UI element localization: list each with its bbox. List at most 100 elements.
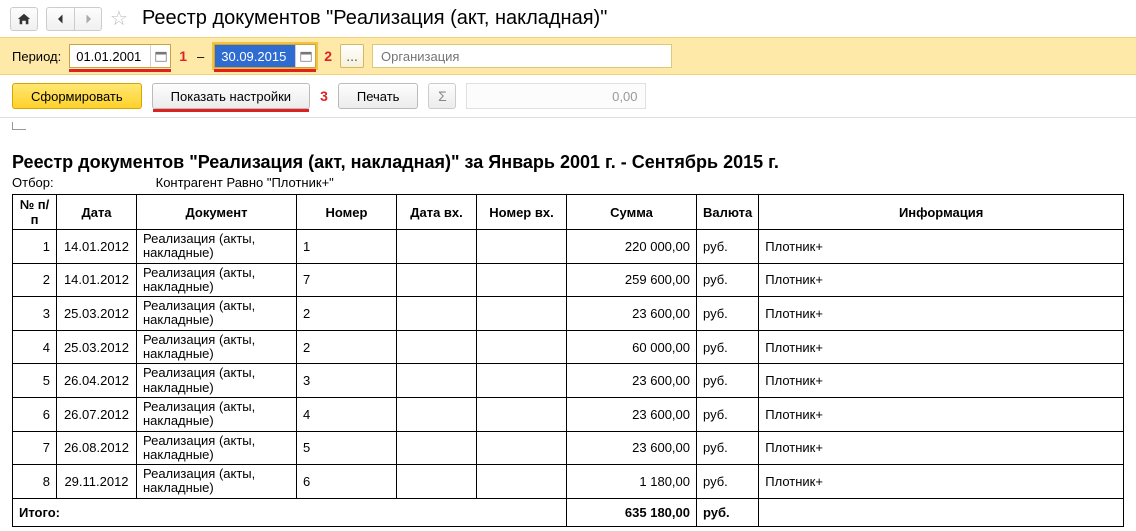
table-row[interactable]: 114.01.2012Реализация (акты, накладные)1… bbox=[13, 230, 1124, 264]
period-from-field[interactable] bbox=[69, 44, 171, 68]
cell-doc: Реализация (акты, накладные) bbox=[137, 431, 297, 465]
cell-currency: руб. bbox=[697, 230, 759, 264]
cell-nomer: 1 bbox=[297, 230, 397, 264]
cell-date-in bbox=[397, 465, 477, 499]
arrow-left-icon bbox=[55, 13, 67, 25]
cell-date-in bbox=[397, 431, 477, 465]
report-filter-label: Отбор: bbox=[12, 175, 152, 190]
cell-sum: 23 600,00 bbox=[567, 297, 697, 331]
cell-nomer-in bbox=[477, 431, 567, 465]
col-header-sum: Сумма bbox=[567, 195, 697, 230]
total-sum: 635 180,00 bbox=[567, 498, 697, 526]
col-header-date-in: Дата вх. bbox=[397, 195, 477, 230]
table-row[interactable]: 214.01.2012Реализация (акты, накладные)7… bbox=[13, 263, 1124, 297]
period-to-field[interactable] bbox=[214, 44, 316, 68]
cell-nomer-in bbox=[477, 397, 567, 431]
cell-nomer: 2 bbox=[297, 297, 397, 331]
cell-currency: руб. bbox=[697, 297, 759, 331]
cell-currency: руб. bbox=[697, 465, 759, 499]
table-row[interactable]: 325.03.2012Реализация (акты, накладные)2… bbox=[13, 297, 1124, 331]
annotation-1: 1 bbox=[179, 48, 187, 64]
cell-nomer: 7 bbox=[297, 263, 397, 297]
cell-num: 1 bbox=[13, 230, 57, 264]
forward-button[interactable] bbox=[74, 7, 102, 31]
cell-sum: 23 600,00 bbox=[567, 397, 697, 431]
cell-num: 3 bbox=[13, 297, 57, 331]
table-row[interactable]: 829.11.2012Реализация (акты, накладные)6… bbox=[13, 465, 1124, 499]
cell-doc: Реализация (акты, накладные) bbox=[137, 397, 297, 431]
cell-info: Плотник+ bbox=[759, 263, 1124, 297]
cell-num: 7 bbox=[13, 431, 57, 465]
sigma-button[interactable]: Σ bbox=[428, 83, 456, 109]
cell-info: Плотник+ bbox=[759, 431, 1124, 465]
cell-date-in bbox=[397, 397, 477, 431]
period-label: Период: bbox=[12, 49, 61, 64]
calendar-svg-icon bbox=[300, 50, 312, 62]
cell-doc: Реализация (акты, накладные) bbox=[137, 330, 297, 364]
cell-currency: руб. bbox=[697, 431, 759, 465]
cell-sum: 23 600,00 bbox=[567, 364, 697, 398]
home-button[interactable] bbox=[10, 7, 38, 31]
period-picker-button[interactable]: ... bbox=[340, 44, 364, 68]
favorite-star-icon[interactable]: ☆ bbox=[110, 6, 128, 31]
cell-sum: 220 000,00 bbox=[567, 230, 697, 264]
cell-date-in bbox=[397, 364, 477, 398]
organization-input[interactable] bbox=[372, 44, 672, 68]
print-button[interactable]: Печать bbox=[338, 83, 419, 109]
table-row[interactable]: 526.04.2012Реализация (акты, накладные)3… bbox=[13, 364, 1124, 398]
cell-num: 6 bbox=[13, 397, 57, 431]
period-from-input[interactable] bbox=[70, 45, 150, 67]
cell-currency: руб. bbox=[697, 397, 759, 431]
report-filter-value: Контрагент Равно "Плотник+" bbox=[156, 175, 334, 190]
period-separator: – bbox=[197, 49, 204, 64]
annotation-3: 3 bbox=[320, 88, 328, 104]
calendar-icon[interactable] bbox=[150, 45, 170, 67]
cell-num: 8 bbox=[13, 465, 57, 499]
cell-nomer: 5 bbox=[297, 431, 397, 465]
cell-doc: Реализация (акты, накладные) bbox=[137, 263, 297, 297]
cell-doc: Реализация (акты, накладные) bbox=[137, 297, 297, 331]
cell-info: Плотник+ bbox=[759, 297, 1124, 331]
cell-currency: руб. bbox=[697, 364, 759, 398]
cell-sum: 259 600,00 bbox=[567, 263, 697, 297]
cell-nomer-in bbox=[477, 297, 567, 331]
cell-doc: Реализация (акты, накладные) bbox=[137, 364, 297, 398]
col-header-date: Дата bbox=[57, 195, 137, 230]
cell-date-in bbox=[397, 330, 477, 364]
table-row[interactable]: 726.08.2012Реализация (акты, накладные)5… bbox=[13, 431, 1124, 465]
total-currency: руб. bbox=[697, 498, 759, 526]
cell-date-in bbox=[397, 297, 477, 331]
cell-info: Плотник+ bbox=[759, 364, 1124, 398]
cell-sum: 60 000,00 bbox=[567, 330, 697, 364]
calendar-svg-icon bbox=[155, 50, 167, 62]
report-corner-decoration bbox=[12, 122, 26, 130]
cell-doc: Реализация (акты, накладные) bbox=[137, 465, 297, 499]
cell-nomer-in bbox=[477, 364, 567, 398]
back-button[interactable] bbox=[46, 7, 74, 31]
col-header-nomer-in: Номер вх. bbox=[477, 195, 567, 230]
cell-date: 14.01.2012 bbox=[57, 263, 137, 297]
col-header-currency: Валюта bbox=[697, 195, 759, 230]
table-row[interactable]: 425.03.2012Реализация (акты, накладные)2… bbox=[13, 330, 1124, 364]
show-settings-button[interactable]: Показать настройки bbox=[152, 83, 310, 109]
annotation-2: 2 bbox=[324, 48, 332, 64]
cell-currency: руб. bbox=[697, 263, 759, 297]
calendar-icon[interactable] bbox=[295, 45, 315, 67]
cell-nomer-in bbox=[477, 230, 567, 264]
cell-date-in bbox=[397, 230, 477, 264]
total-label: Итого: bbox=[13, 498, 567, 526]
cell-info: Плотник+ bbox=[759, 465, 1124, 499]
cell-sum: 1 180,00 bbox=[567, 465, 697, 499]
cell-date: 14.01.2012 bbox=[57, 230, 137, 264]
period-to-input[interactable] bbox=[215, 45, 295, 67]
table-row[interactable]: 626.07.2012Реализация (акты, накладные)4… bbox=[13, 397, 1124, 431]
cell-info: Плотник+ bbox=[759, 330, 1124, 364]
cell-nomer-in bbox=[477, 263, 567, 297]
home-icon bbox=[17, 12, 31, 26]
col-header-nomer: Номер bbox=[297, 195, 397, 230]
cell-date: 26.07.2012 bbox=[57, 397, 137, 431]
cell-date: 26.08.2012 bbox=[57, 431, 137, 465]
cell-num: 2 bbox=[13, 263, 57, 297]
form-button[interactable]: Сформировать bbox=[12, 83, 142, 109]
total-row: Итого: 635 180,00 руб. bbox=[13, 498, 1124, 526]
